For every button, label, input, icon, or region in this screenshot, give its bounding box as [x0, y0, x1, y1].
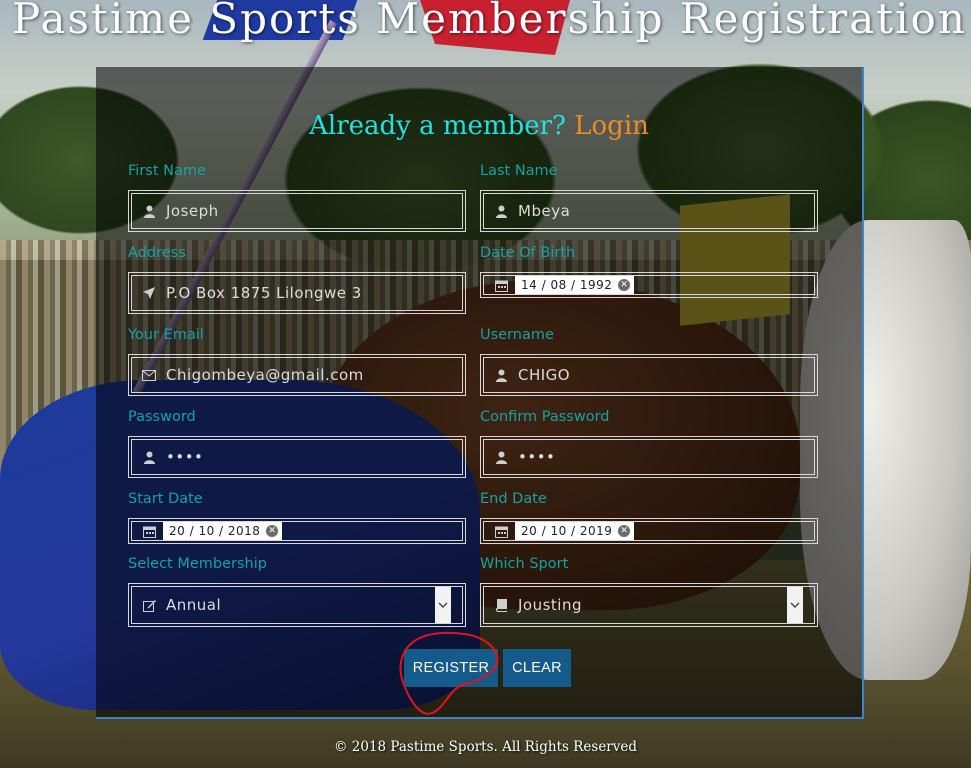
date-of-birth-value: 14 / 08 / 1992: [521, 278, 613, 292]
user-icon: [141, 203, 157, 219]
location-arrow-icon: [141, 285, 157, 301]
page-title: Pastime Sports Membership Registration: [12, 0, 967, 43]
password-label: Password: [128, 409, 196, 425]
clear-date-icon[interactable]: ✕: [618, 279, 631, 291]
end-date-field[interactable]: 20 / 10 / 2019 ✕: [480, 518, 818, 544]
password-value: ••••: [166, 448, 204, 466]
calendar-icon: [493, 277, 509, 293]
first-name-value: Joseph: [166, 202, 219, 220]
login-prompt: Already a member? Login: [96, 111, 862, 141]
start-date-field[interactable]: 20 / 10 / 2018 ✕: [128, 518, 466, 544]
chevron-down-icon[interactable]: [787, 587, 803, 623]
start-date-value: 20 / 10 / 2018: [169, 524, 261, 538]
confirm-password-value: ••••: [518, 448, 556, 466]
password-field[interactable]: ••••: [128, 436, 466, 478]
address-label: Address: [128, 245, 186, 261]
sport-select[interactable]: Jousting: [480, 583, 818, 627]
username-label: Username: [480, 327, 554, 343]
end-date-label: End Date: [480, 491, 547, 507]
book-icon: [493, 597, 509, 613]
login-link[interactable]: Login: [574, 111, 649, 141]
end-date-value: 20 / 10 / 2019: [521, 524, 613, 538]
date-of-birth-input[interactable]: 14 / 08 / 1992 ✕: [515, 276, 635, 294]
first-name-field[interactable]: Joseph: [128, 190, 466, 232]
sport-label: Which Sport: [480, 556, 569, 572]
date-of-birth-label: Date Of Birth: [480, 245, 576, 261]
email-value: Chigombeya@gmail.com: [166, 366, 364, 384]
membership-value: Annual: [166, 596, 222, 614]
email-label: Your Email: [128, 327, 204, 343]
first-name-label: First Name: [128, 163, 206, 179]
start-date-input[interactable]: 20 / 10 / 2018 ✕: [163, 522, 283, 540]
login-prompt-text: Already a member?: [309, 111, 566, 141]
clear-button[interactable]: CLEAR: [503, 649, 571, 687]
sport-value: Jousting: [518, 596, 582, 614]
email-field[interactable]: Chigombeya@gmail.com: [128, 354, 466, 396]
calendar-icon: [141, 523, 157, 539]
confirm-password-label: Confirm Password: [480, 409, 610, 425]
address-value: P.O Box 1875 Lilongwe 3: [166, 284, 362, 302]
last-name-field[interactable]: Mbeya: [480, 190, 818, 232]
address-field[interactable]: P.O Box 1875 Lilongwe 3: [128, 272, 466, 314]
last-name-label: Last Name: [480, 163, 558, 179]
clear-date-icon[interactable]: ✕: [266, 525, 279, 537]
date-of-birth-field[interactable]: 14 / 08 / 1992 ✕: [480, 272, 818, 298]
start-date-label: Start Date: [128, 491, 203, 507]
envelope-icon: [141, 367, 157, 383]
user-icon: [493, 449, 509, 465]
last-name-value: Mbeya: [518, 202, 571, 220]
user-icon: [493, 367, 509, 383]
edit-icon: [141, 597, 157, 613]
user-icon: [141, 449, 157, 465]
registration-panel: Already a member? Login First Name Josep…: [96, 67, 864, 719]
membership-select[interactable]: Annual: [128, 583, 466, 627]
clear-date-icon[interactable]: ✕: [618, 525, 631, 537]
calendar-icon: [493, 523, 509, 539]
membership-label: Select Membership: [128, 556, 267, 572]
confirm-password-field[interactable]: ••••: [480, 436, 818, 478]
user-icon: [493, 203, 509, 219]
register-button[interactable]: REGISTER: [404, 649, 498, 687]
username-field[interactable]: CHIGO: [480, 354, 818, 396]
chevron-down-icon[interactable]: [435, 587, 451, 623]
end-date-input[interactable]: 20 / 10 / 2019 ✕: [515, 522, 635, 540]
footer-copyright: © 2018 Pastime Sports. All Rights Reserv…: [333, 739, 638, 755]
username-value: CHIGO: [518, 366, 571, 384]
